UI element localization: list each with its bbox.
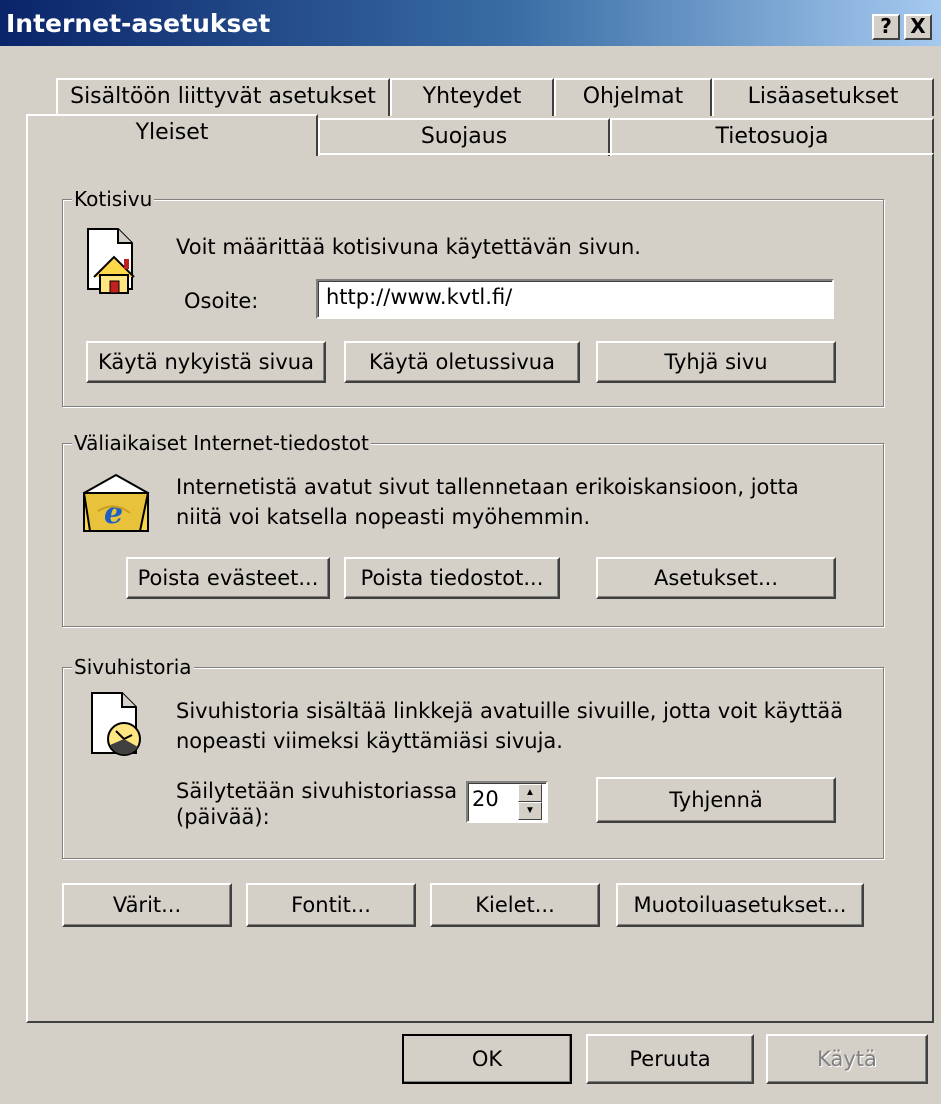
svg-text:e: e <box>104 496 123 531</box>
days-down-arrow-icon[interactable]: ▼ <box>518 802 542 820</box>
apply-button[interactable]: Käytä <box>766 1034 928 1084</box>
tab-panel-general: Kotisivu Voit määrittää kotisivuna käyte… <box>26 153 934 1023</box>
tab-privacy[interactable]: Tietosuoja <box>610 118 934 156</box>
use-blank-button[interactable]: Tyhjä sivu <box>596 341 836 383</box>
temp-settings-button[interactable]: Asetukset... <box>596 557 836 599</box>
ok-button[interactable]: OK <box>402 1034 572 1084</box>
history-description-1: Sivuhistoria sisältää linkkejä avatuille… <box>176 699 844 723</box>
help-button[interactable]: ? <box>872 14 900 40</box>
title-bar: Internet-asetukset ? X <box>0 0 941 46</box>
use-current-button[interactable]: Käytä nykyistä sivua <box>86 341 326 383</box>
internet-folder-icon: e <box>82 473 150 532</box>
history-description-2: nopeasti viimeksi käyttämiäsi sivuja. <box>176 729 563 753</box>
days-label-1: Säilytetään sivuhistoriassa <box>176 779 458 803</box>
address-label: Osoite: <box>184 289 259 313</box>
colors-button[interactable]: Värit... <box>62 883 232 927</box>
tab-content-settings[interactable]: Sisältöön liittyvät asetukset <box>56 78 390 116</box>
homepage-icon <box>87 228 135 294</box>
temp-files-group-label: Väliaikaiset Internet-tiedostot <box>72 431 371 455</box>
history-icon <box>91 692 141 756</box>
delete-files-button[interactable]: Poista tiedostot... <box>344 557 560 599</box>
tab-connections[interactable]: Yhteydet <box>390 78 554 116</box>
temp-files-description-2: niitä voi katsella nopeasti myöhemmin. <box>176 505 591 529</box>
accessibility-button[interactable]: Muotoiluasetukset... <box>616 883 864 927</box>
fonts-button[interactable]: Fontit... <box>246 883 416 927</box>
languages-button[interactable]: Kielet... <box>430 883 600 927</box>
clear-history-button[interactable]: Tyhjennä <box>596 777 836 823</box>
tab-programs[interactable]: Ohjelmat <box>554 78 712 116</box>
temp-files-description-1: Internetistä avatut sivut tallennetaan e… <box>176 475 799 499</box>
days-up-arrow-icon[interactable]: ▲ <box>518 784 542 802</box>
window-title: Internet-asetukset <box>6 9 271 38</box>
homepage-description: Voit määrittää kotisivuna käytettävän si… <box>176 235 641 259</box>
close-button[interactable]: X <box>904 14 932 40</box>
history-days-value: 20 <box>472 787 499 811</box>
homepage-address-input[interactable]: http://www.kvtl.fi/ <box>316 279 834 319</box>
tab-advanced[interactable]: Lisäasetukset <box>712 78 934 116</box>
cancel-button[interactable]: Peruuta <box>586 1034 754 1084</box>
temp-files-group <box>62 443 884 627</box>
delete-cookies-button[interactable]: Poista evästeet... <box>126 557 330 599</box>
use-default-button[interactable]: Käytä oletussivua <box>344 341 580 383</box>
history-group-label: Sivuhistoria <box>72 655 194 679</box>
tab-security[interactable]: Suojaus <box>318 118 610 156</box>
tab-general[interactable]: Yleiset <box>26 114 318 156</box>
days-label-2: (päivää): <box>176 805 270 829</box>
homepage-group-label: Kotisivu <box>72 187 155 211</box>
